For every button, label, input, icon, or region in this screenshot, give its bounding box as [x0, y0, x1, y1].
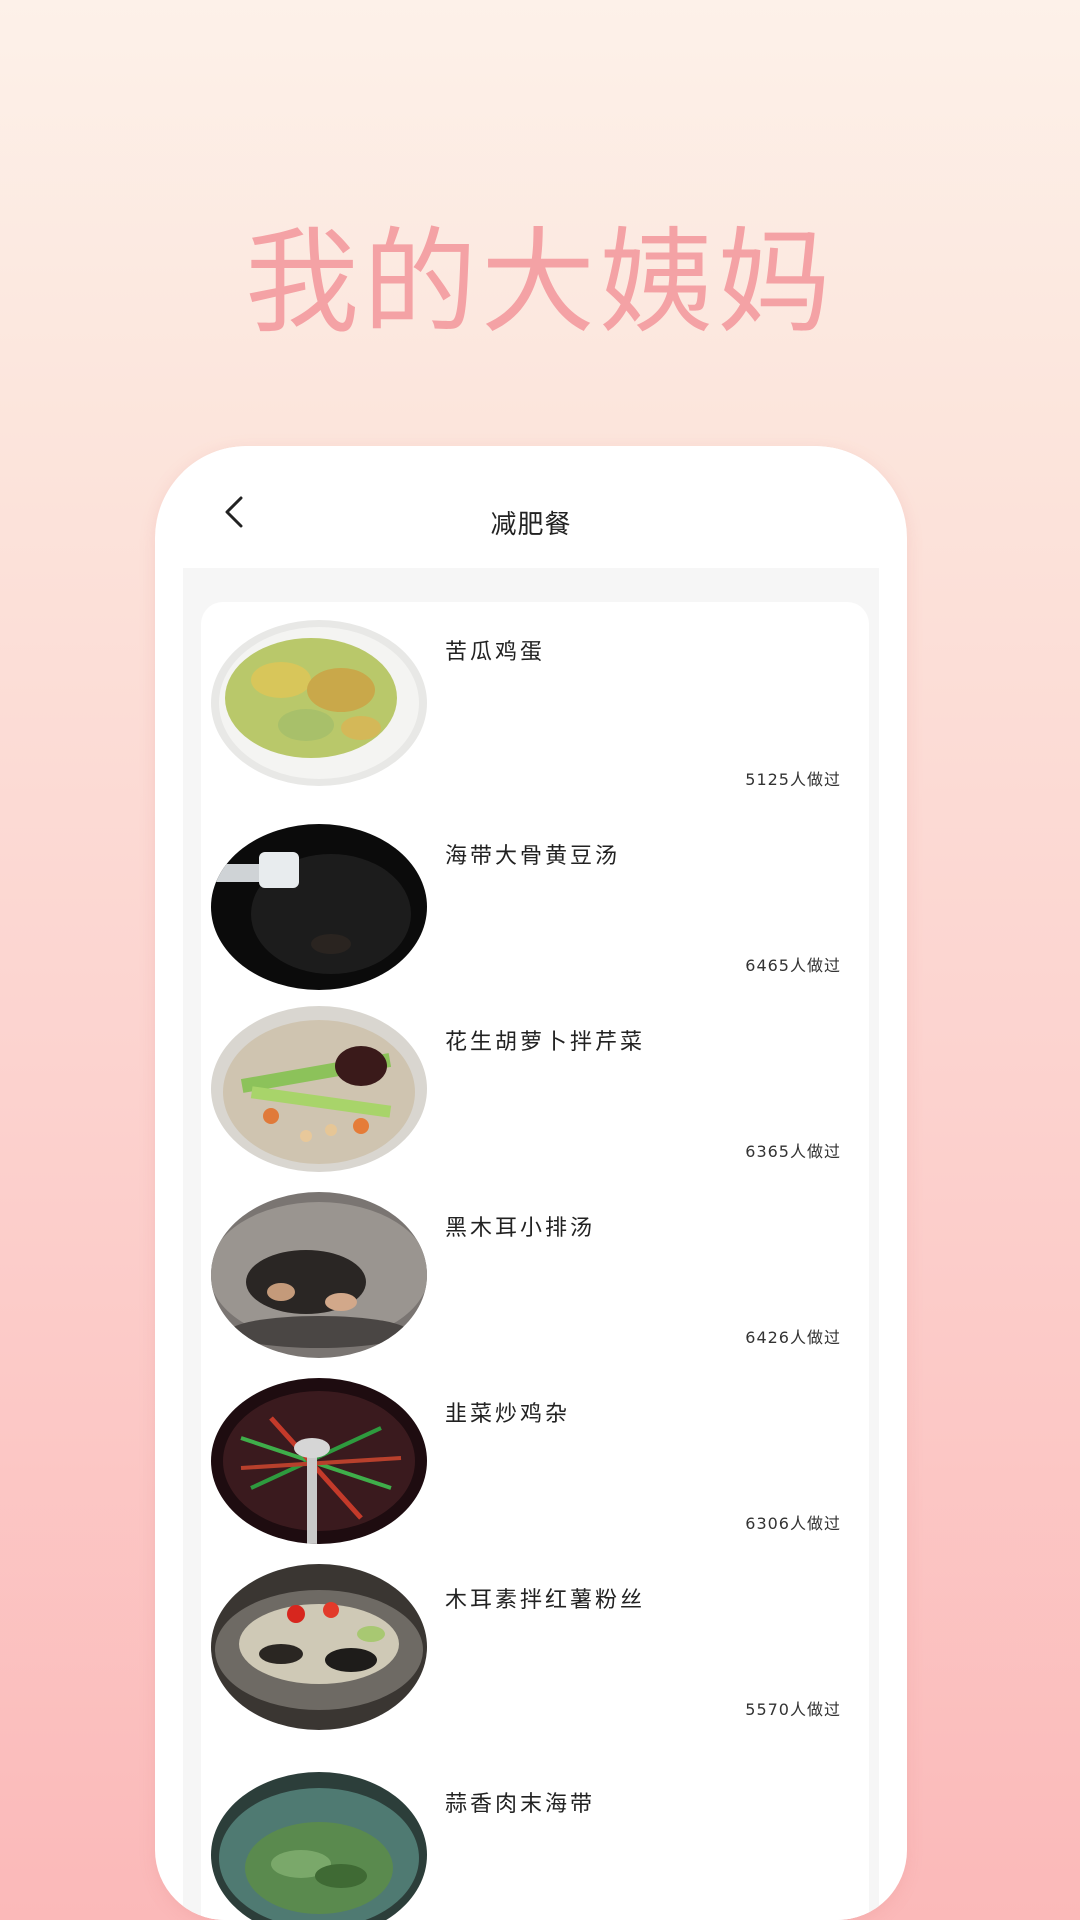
- recipe-thumbnail: [211, 824, 427, 990]
- recipe-thumbnail: [211, 1378, 427, 1544]
- recipe-count: 6306人做过: [745, 1514, 841, 1533]
- recipe-thumbnail: [211, 1564, 427, 1730]
- recipe-item[interactable]: 蒜香肉末海带: [201, 1768, 869, 1920]
- recipe-count: 5125人做过: [745, 770, 841, 789]
- recipe-count: 6365人做过: [745, 1142, 841, 1161]
- recipe-thumbnail: [211, 1192, 427, 1358]
- recipe-list: 苦瓜鸡蛋 5125人做过 海带大骨黄豆汤 6465人做过 花生胡萝卜拌芹菜 63…: [201, 602, 869, 1920]
- recipe-item[interactable]: 黑木耳小排汤 6426人做过: [201, 1192, 869, 1378]
- recipe-name: 海带大骨黄豆汤: [445, 844, 621, 869]
- recipe-name: 蒜香肉末海带: [445, 1792, 596, 1817]
- navigation-bar: 减肥餐: [183, 446, 879, 568]
- recipe-count: 6426人做过: [745, 1328, 841, 1347]
- phone-mockup: 减肥餐 苦瓜鸡蛋 5125人做过 海带大骨黄豆汤 6465人做过 花生胡萝卜拌芹…: [155, 446, 907, 1920]
- recipe-item[interactable]: 苦瓜鸡蛋 5125人做过: [201, 616, 869, 802]
- content-area: 苦瓜鸡蛋 5125人做过 海带大骨黄豆汤 6465人做过 花生胡萝卜拌芹菜 63…: [183, 568, 879, 1920]
- recipe-name: 苦瓜鸡蛋: [445, 640, 546, 665]
- page-title: 减肥餐: [490, 510, 572, 540]
- recipe-name: 木耳素拌红薯粉丝: [445, 1588, 646, 1613]
- recipe-name: 黑木耳小排汤: [445, 1216, 596, 1241]
- recipe-item[interactable]: 海带大骨黄豆汤 6465人做过: [201, 820, 869, 1006]
- recipe-thumbnail: [211, 1772, 427, 1920]
- app-headline: 我的大姨妈: [244, 216, 835, 349]
- recipe-item[interactable]: 木耳素拌红薯粉丝 5570人做过: [201, 1564, 869, 1750]
- recipe-name: 花生胡萝卜拌芹菜: [445, 1030, 646, 1055]
- recipe-thumbnail: [211, 1006, 427, 1172]
- recipe-count: 6465人做过: [745, 956, 841, 975]
- recipe-thumbnail: [211, 620, 427, 786]
- recipe-count: 5570人做过: [745, 1700, 841, 1719]
- recipe-name: 韭菜炒鸡杂: [445, 1402, 571, 1427]
- recipe-item[interactable]: 韭菜炒鸡杂 6306人做过: [201, 1378, 869, 1564]
- recipe-item[interactable]: 花生胡萝卜拌芹菜 6365人做过: [201, 1006, 869, 1192]
